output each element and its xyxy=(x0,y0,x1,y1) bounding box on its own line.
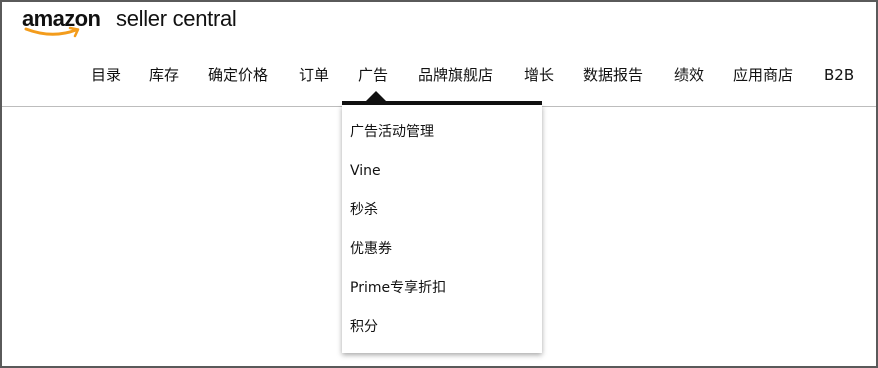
nav-item-appstore[interactable]: 应用商店 xyxy=(733,62,793,88)
seller-central-window: amazon seller central 目录 库存 确定价格 订单 广告 品… xyxy=(0,0,878,368)
nav-item-growth[interactable]: 增长 xyxy=(524,62,554,88)
amazon-smile-icon xyxy=(24,26,80,38)
menu-item-prime-discounts[interactable]: Prime专享折扣 xyxy=(350,278,446,298)
nav-item-advertising[interactable]: 广告 xyxy=(358,62,388,88)
nav-item-performance[interactable]: 绩效 xyxy=(674,62,704,88)
menu-item-vine[interactable]: Vine xyxy=(350,161,381,181)
menu-item-coupons[interactable]: 优惠券 xyxy=(350,239,392,259)
nav-item-catalog[interactable]: 目录 xyxy=(91,62,121,88)
active-tab-caret-icon xyxy=(366,91,386,101)
nav-item-orders[interactable]: 订单 xyxy=(299,62,329,88)
menu-item-campaign-manager[interactable]: 广告活动管理 xyxy=(350,122,434,142)
nav-item-b2b[interactable]: B2B xyxy=(824,62,854,88)
logo-product-text: seller central xyxy=(116,6,237,31)
menu-item-points[interactable]: 积分 xyxy=(350,317,378,337)
nav-item-inventory[interactable]: 库存 xyxy=(149,62,179,88)
nav-item-stores[interactable]: 品牌旗舰店 xyxy=(418,62,493,88)
advertising-dropdown-menu: 广告活动管理 Vine 秒杀 优惠券 Prime专享折扣 积分 xyxy=(342,105,542,353)
nav-item-pricing[interactable]: 确定价格 xyxy=(208,62,268,88)
menu-item-lightning-deals[interactable]: 秒杀 xyxy=(350,200,378,220)
amazon-seller-central-logo[interactable]: amazon seller central xyxy=(22,4,252,40)
nav-item-reports[interactable]: 数据报告 xyxy=(583,62,643,88)
main-navigation: 目录 库存 确定价格 订单 广告 品牌旗舰店 增长 数据报告 绩效 应用商店 B… xyxy=(2,62,876,88)
